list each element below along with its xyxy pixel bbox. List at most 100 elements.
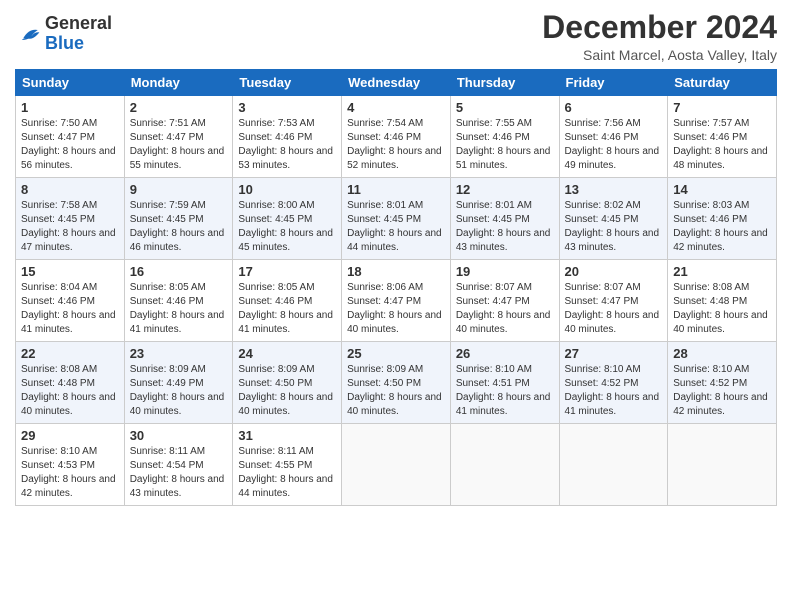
day-info: Sunrise: 8:05 AM Sunset: 4:46 PM Dayligh… xyxy=(130,281,228,337)
logo-general: General xyxy=(45,13,112,33)
day-info: Sunrise: 7:56 AM Sunset: 4:46 PM Dayligh… xyxy=(565,117,663,173)
calendar-cell: 9 Sunrise: 7:59 AM Sunset: 4:45 PM Daylig… xyxy=(124,178,233,260)
calendar-cell: 12 Sunrise: 8:01 AM Sunset: 4:45 PM Dayli… xyxy=(450,178,559,260)
day-info: Sunrise: 8:11 AM Sunset: 4:54 PM Dayligh… xyxy=(130,445,228,501)
calendar-cell: 20Sunrise: 8:07 AM Sunset: 4:47 PM Dayli… xyxy=(559,260,668,342)
day-info: Sunrise: 7:58 AM Sunset: 4:45 PM Dayligh… xyxy=(21,199,119,255)
header-tuesday: Tuesday xyxy=(233,70,342,96)
day-number: 3 xyxy=(238,100,336,115)
day-number: 25 xyxy=(347,346,445,361)
calendar-cell: 17 Sunrise: 8:05 AM Sunset: 4:46 PM Dayli… xyxy=(233,260,342,342)
calendar-cell: 24 Sunrise: 8:09 AM Sunset: 4:50 PM Dayli… xyxy=(233,342,342,424)
day-number: 31 xyxy=(238,428,336,443)
calendar-week-row: 29 Sunrise: 8:10 AM Sunset: 4:53 PM Dayli… xyxy=(16,424,777,506)
calendar-cell: 7Sunrise: 7:57 AM Sunset: 4:46 PM Daylig… xyxy=(668,96,777,178)
day-info: Sunrise: 8:10 AM Sunset: 4:52 PM Dayligh… xyxy=(565,363,663,419)
day-info: Sunrise: 8:00 AM Sunset: 4:45 PM Dayligh… xyxy=(238,199,336,255)
day-number: 17 xyxy=(238,264,336,279)
day-number: 20 xyxy=(565,264,663,279)
day-number: 14 xyxy=(673,182,771,197)
day-info: Sunrise: 8:01 AM Sunset: 4:45 PM Dayligh… xyxy=(347,199,445,255)
day-info: Sunrise: 8:10 AM Sunset: 4:51 PM Dayligh… xyxy=(456,363,554,419)
calendar-cell: 22Sunrise: 8:08 AM Sunset: 4:48 PM Dayli… xyxy=(16,342,125,424)
day-info: Sunrise: 7:54 AM Sunset: 4:46 PM Dayligh… xyxy=(347,117,445,173)
weekday-header-row: Sunday Monday Tuesday Wednesday Thursday… xyxy=(16,70,777,96)
calendar-cell xyxy=(342,424,451,506)
day-info: Sunrise: 8:09 AM Sunset: 4:49 PM Dayligh… xyxy=(130,363,228,419)
day-number: 8 xyxy=(21,182,119,197)
page-header: General Blue December 2024 Saint Marcel,… xyxy=(15,10,777,63)
calendar-week-row: 15 Sunrise: 8:04 AM Sunset: 4:46 PM Dayli… xyxy=(16,260,777,342)
day-number: 12 xyxy=(456,182,554,197)
day-number: 18 xyxy=(347,264,445,279)
day-info: Sunrise: 8:07 AM Sunset: 4:47 PM Dayligh… xyxy=(456,281,554,337)
calendar-table: Sunday Monday Tuesday Wednesday Thursday… xyxy=(15,69,777,506)
logo-blue: Blue xyxy=(45,33,84,53)
header-thursday: Thursday xyxy=(450,70,559,96)
logo-bird-icon xyxy=(17,22,41,46)
day-info: Sunrise: 8:05 AM Sunset: 4:46 PM Dayligh… xyxy=(238,281,336,337)
day-info: Sunrise: 8:04 AM Sunset: 4:46 PM Dayligh… xyxy=(21,281,119,337)
day-number: 13 xyxy=(565,182,663,197)
day-number: 9 xyxy=(130,182,228,197)
title-block: December 2024 Saint Marcel, Aosta Valley… xyxy=(542,10,777,63)
calendar-cell: 11 Sunrise: 8:01 AM Sunset: 4:45 PM Dayli… xyxy=(342,178,451,260)
calendar-cell xyxy=(668,424,777,506)
day-info: Sunrise: 7:51 AM Sunset: 4:47 PM Dayligh… xyxy=(130,117,228,173)
calendar-cell: 27 Sunrise: 8:10 AM Sunset: 4:52 PM Dayli… xyxy=(559,342,668,424)
day-info: Sunrise: 8:01 AM Sunset: 4:45 PM Dayligh… xyxy=(456,199,554,255)
day-number: 26 xyxy=(456,346,554,361)
day-info: Sunrise: 8:11 AM Sunset: 4:55 PM Dayligh… xyxy=(238,445,336,501)
day-number: 6 xyxy=(565,100,663,115)
location-subtitle: Saint Marcel, Aosta Valley, Italy xyxy=(542,47,777,63)
day-info: Sunrise: 8:06 AM Sunset: 4:47 PM Dayligh… xyxy=(347,281,445,337)
logo-text: General Blue xyxy=(45,14,112,54)
day-number: 22 xyxy=(21,346,119,361)
calendar-cell: 15 Sunrise: 8:04 AM Sunset: 4:46 PM Dayli… xyxy=(16,260,125,342)
day-number: 29 xyxy=(21,428,119,443)
day-info: Sunrise: 8:10 AM Sunset: 4:53 PM Dayligh… xyxy=(21,445,119,501)
header-friday: Friday xyxy=(559,70,668,96)
calendar-cell: 5Sunrise: 7:55 AM Sunset: 4:46 PM Daylig… xyxy=(450,96,559,178)
calendar-cell: 14 Sunrise: 8:03 AM Sunset: 4:46 PM Dayli… xyxy=(668,178,777,260)
logo: General Blue xyxy=(15,14,112,54)
header-wednesday: Wednesday xyxy=(342,70,451,96)
day-number: 2 xyxy=(130,100,228,115)
calendar-cell xyxy=(450,424,559,506)
header-monday: Monday xyxy=(124,70,233,96)
calendar-cell: 19 Sunrise: 8:07 AM Sunset: 4:47 PM Dayli… xyxy=(450,260,559,342)
day-info: Sunrise: 8:10 AM Sunset: 4:52 PM Dayligh… xyxy=(673,363,771,419)
calendar-cell: 3 Sunrise: 7:53 AM Sunset: 4:46 PM Daylig… xyxy=(233,96,342,178)
calendar-cell: 4 Sunrise: 7:54 AM Sunset: 4:46 PM Daylig… xyxy=(342,96,451,178)
calendar-cell: 28Sunrise: 8:10 AM Sunset: 4:52 PM Dayli… xyxy=(668,342,777,424)
day-number: 23 xyxy=(130,346,228,361)
calendar-cell: 18 Sunrise: 8:06 AM Sunset: 4:47 PM Dayli… xyxy=(342,260,451,342)
month-title: December 2024 xyxy=(542,10,777,45)
day-number: 16 xyxy=(130,264,228,279)
calendar-page: General Blue December 2024 Saint Marcel,… xyxy=(0,0,792,612)
day-info: Sunrise: 7:59 AM Sunset: 4:45 PM Dayligh… xyxy=(130,199,228,255)
header-saturday: Saturday xyxy=(668,70,777,96)
calendar-cell: 10 Sunrise: 8:00 AM Sunset: 4:45 PM Dayli… xyxy=(233,178,342,260)
calendar-cell: 29 Sunrise: 8:10 AM Sunset: 4:53 PM Dayli… xyxy=(16,424,125,506)
day-number: 27 xyxy=(565,346,663,361)
day-number: 10 xyxy=(238,182,336,197)
day-info: Sunrise: 8:09 AM Sunset: 4:50 PM Dayligh… xyxy=(238,363,336,419)
day-number: 5 xyxy=(456,100,554,115)
calendar-cell: 23 Sunrise: 8:09 AM Sunset: 4:49 PM Dayli… xyxy=(124,342,233,424)
calendar-cell: 6 Sunrise: 7:56 AM Sunset: 4:46 PM Daylig… xyxy=(559,96,668,178)
day-info: Sunrise: 7:53 AM Sunset: 4:46 PM Dayligh… xyxy=(238,117,336,173)
header-sunday: Sunday xyxy=(16,70,125,96)
day-info: Sunrise: 8:08 AM Sunset: 4:48 PM Dayligh… xyxy=(673,281,771,337)
day-number: 4 xyxy=(347,100,445,115)
calendar-cell: 26 Sunrise: 8:10 AM Sunset: 4:51 PM Dayli… xyxy=(450,342,559,424)
day-number: 24 xyxy=(238,346,336,361)
day-info: Sunrise: 8:09 AM Sunset: 4:50 PM Dayligh… xyxy=(347,363,445,419)
calendar-cell: 21Sunrise: 8:08 AM Sunset: 4:48 PM Dayli… xyxy=(668,260,777,342)
day-number: 11 xyxy=(347,182,445,197)
day-number: 15 xyxy=(21,264,119,279)
day-info: Sunrise: 8:03 AM Sunset: 4:46 PM Dayligh… xyxy=(673,199,771,255)
calendar-cell: 8 Sunrise: 7:58 AM Sunset: 4:45 PM Daylig… xyxy=(16,178,125,260)
day-number: 19 xyxy=(456,264,554,279)
calendar-cell xyxy=(559,424,668,506)
